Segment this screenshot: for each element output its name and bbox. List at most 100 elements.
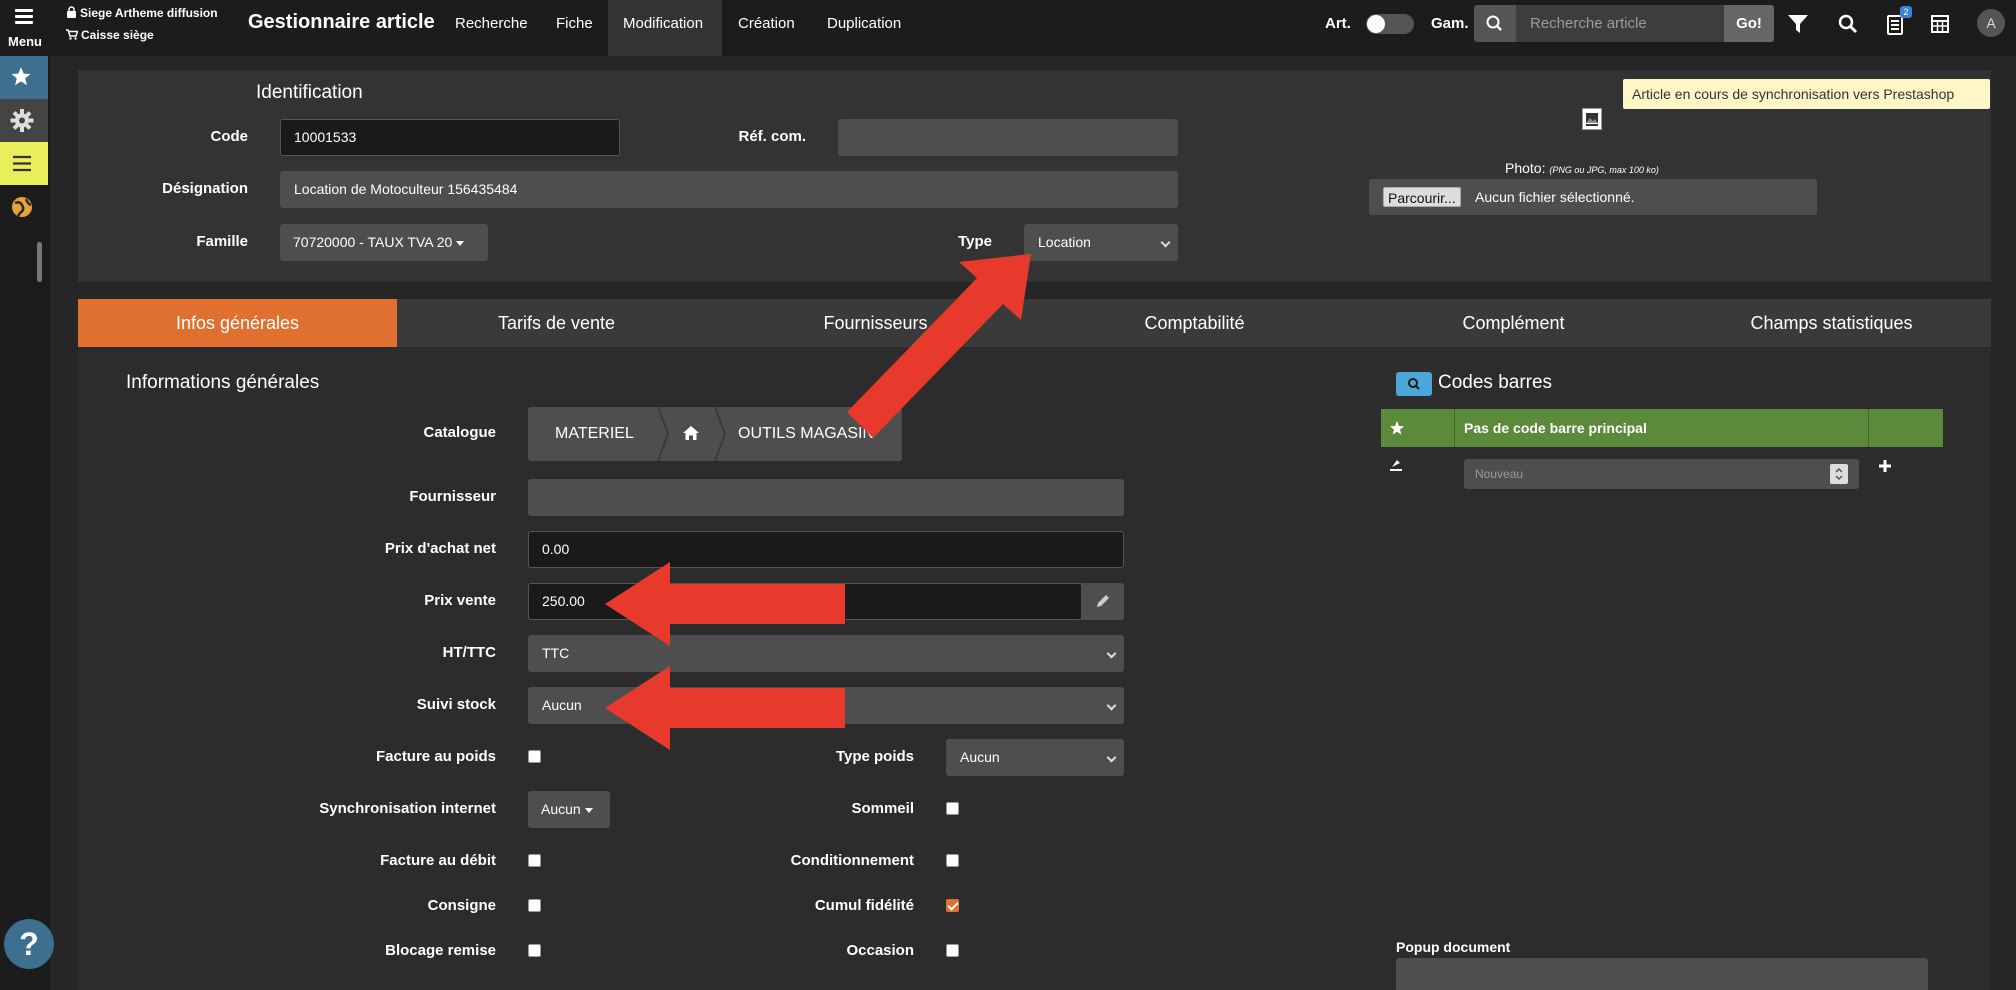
search-icon[interactable] [1836,12,1860,36]
sommeil-checkbox[interactable] [946,802,959,815]
new-barcode-placeholder: Nouveau [1475,467,1524,481]
facture-debit-label: Facture au débit [380,852,496,869]
photo-upload-icon[interactable] [1582,108,1602,130]
search-icon [1408,378,1420,390]
pencil-icon [1097,595,1109,607]
prix-vente-label: Prix vente [424,592,496,609]
new-barcode-input[interactable]: Nouveau [1464,459,1859,489]
type-poids-value: Aucun [960,749,1000,765]
tab-comptabilite[interactable]: Comptabilité [1035,299,1354,347]
sync-internet-dropdown[interactable]: Aucun [528,791,610,828]
identification-title: Identification [256,82,363,103]
nav-creation[interactable]: Création [723,0,810,56]
code-field[interactable]: 10001533 [280,119,620,156]
conditionnement-checkbox[interactable] [946,854,959,867]
suivi-stock-label: Suivi stock [416,696,496,713]
breadcrumb-separator [714,407,727,461]
facture-debit-checkbox[interactable] [528,854,541,867]
settings-button[interactable] [0,99,48,142]
ref-com-field[interactable] [838,119,1178,156]
tab-infos-generales[interactable]: Infos générales [78,299,397,347]
search-input[interactable] [1516,5,1724,42]
filter-icon[interactable] [1786,12,1810,36]
type-poids-label: Type poids [835,748,914,765]
consigne-checkbox[interactable] [528,899,541,912]
gear-icon [10,109,34,132]
add-icon[interactable] [1877,458,1893,474]
notification-badge: 2 [1900,6,1912,18]
type-label: Type [958,233,992,250]
chevron-down-icon [1106,648,1117,659]
photo-hint: (PNG ou JPG, max 100 ko) [1549,165,1659,175]
article-search: Go! [1474,5,1776,42]
register-selector[interactable]: Caisse siège [66,28,154,42]
documents-button[interactable]: 2 [1884,6,1914,40]
occasion-checkbox[interactable] [946,944,959,957]
menu-button[interactable]: Menu [0,0,50,56]
stepper-arrows-icon [1835,467,1843,481]
web-button[interactable] [0,185,48,228]
designation-field[interactable]: Location de Motoculteur 156435484 [280,171,1178,208]
nav-fiche[interactable]: Fiche [541,0,608,56]
type-poids-select[interactable]: Aucun [946,739,1124,776]
favorites-button[interactable] [0,56,48,99]
photo-label: Photo: [1505,160,1546,176]
nav-recherche[interactable]: Recherche [440,0,543,56]
chevron-down-icon [1106,752,1117,763]
tab-champs-statistiques[interactable]: Champs statistiques [1672,299,1991,347]
conditionnement-label: Conditionnement [790,852,914,869]
chevron-down-icon [1160,237,1171,248]
fournisseur-field[interactable] [528,479,1124,516]
go-button[interactable]: Go! [1724,5,1774,42]
cumul-fidelite-checkbox[interactable] [946,899,959,912]
designation-label: Désignation [162,180,248,197]
tab-tarifs-de-vente[interactable]: Tarifs de vente [397,299,716,347]
sync-internet-value: Aucun [541,801,581,817]
popup-document-field[interactable] [1396,958,1928,990]
number-stepper[interactable] [1830,464,1848,484]
lock-icon [67,6,76,18]
facture-poids-checkbox[interactable] [528,750,541,763]
menu-label: Menu [8,34,42,49]
art-gam-toggle[interactable] [1366,14,1414,34]
fournisseur-label: Fournisseur [409,488,496,505]
user-avatar[interactable]: A [1977,9,2005,37]
art-label: Art. [1325,15,1351,32]
general-info-title: Informations générales [126,372,320,393]
consigne-label: Consigne [427,897,496,914]
chevron-down-icon [1106,700,1117,711]
browse-button[interactable]: Parcourir... [1383,187,1461,207]
sidebar-scrollbar[interactable] [37,242,42,282]
famille-dropdown[interactable]: 70720000 - TAUX TVA 20 [280,224,488,261]
help-button[interactable]: ? [4,919,54,969]
list-button[interactable] [0,142,48,185]
ht-ttc-value: TTC [542,645,570,661]
annotation-arrow-type [847,254,1031,438]
nav-duplication[interactable]: Duplication [812,0,916,56]
site-selector[interactable]: Siege Artheme diffusion [66,6,218,20]
popup-document-label: Popup document [1396,939,1511,955]
red-arrow-suivi-stock [605,666,845,750]
column-divider [1868,409,1869,447]
home-icon[interactable] [682,425,700,441]
catalogue-label: Catalogue [423,424,496,441]
barcode-scan-icon[interactable] [1388,457,1404,473]
gam-label: Gam. [1431,15,1469,32]
sync-status-badge: Article en cours de synchronisation vers… [1623,79,1990,109]
calendar-icon[interactable] [1928,12,1952,36]
tab-complement[interactable]: Complément [1354,299,1673,347]
barcode-header-text: Pas de code barre principal [1464,420,1647,436]
nav-modification[interactable]: Modification [608,0,722,56]
blocage-remise-checkbox[interactable] [528,944,541,957]
sync-internet-label: Synchronisation internet [319,800,496,817]
globe-icon [12,197,32,217]
photo-file-input[interactable]: Parcourir... Aucun fichier sélectionné. [1369,179,1817,215]
type-select[interactable]: Location [1024,224,1178,261]
breadcrumb-separator [657,407,670,461]
barcode-search-button[interactable] [1396,372,1432,396]
catalogue-crumb-materiel[interactable]: MATERIEL [555,425,634,443]
edit-price-button[interactable] [1081,583,1124,620]
cart-icon [66,29,79,40]
ref-com-label: Réf. com. [738,128,806,145]
barcodes-title: Codes barres [1438,372,1553,393]
